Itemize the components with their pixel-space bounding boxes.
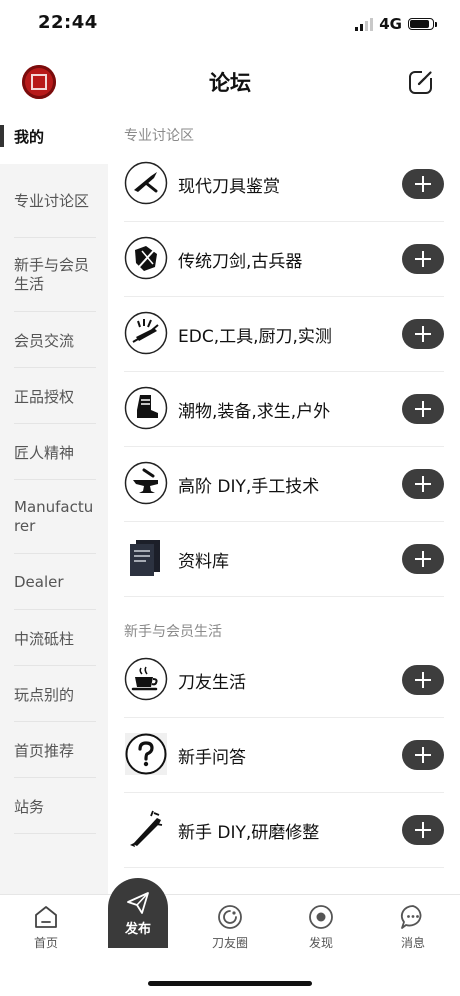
tab-messages[interactable]: 消息 (378, 903, 448, 951)
status-bar: 22:44 4G (0, 0, 460, 50)
sidebar-item-professional[interactable]: 专业讨论区 (0, 164, 108, 238)
sidebar-item-pillar[interactable]: 中流砥柱 (0, 610, 108, 666)
sidebar-item-label: 会员交流 (14, 331, 75, 350)
add-forum-button[interactable] (402, 544, 444, 574)
add-forum-button[interactable] (402, 169, 444, 199)
sidebar-item-member-exchange[interactable]: 会员交流 (0, 312, 108, 368)
forum-label: 新手问答 (178, 748, 246, 768)
grinding-tool-icon (130, 810, 163, 847)
sidebar-item-other[interactable]: 玩点别的 (0, 666, 108, 722)
forum-row[interactable]: 刀友生活 (124, 643, 444, 718)
home-icon (35, 906, 57, 928)
discover-icon (309, 905, 333, 929)
forum-label: EDC,工具,厨刀,实测 (178, 327, 332, 347)
forum-label: 新手 DIY,研磨修整 (178, 823, 320, 843)
tab-knife-circle[interactable]: 刀友圈 (195, 903, 265, 951)
add-forum-button[interactable] (402, 469, 444, 499)
boot-icon (124, 386, 168, 430)
paper-plane-icon (127, 892, 149, 914)
tab-discover[interactable]: 发现 (286, 903, 356, 951)
sidebar-item-label: Dealer (14, 573, 64, 591)
forum-label: 现代刀具鉴赏 (178, 177, 280, 197)
sidebar-item-label: 中流砥柱 (14, 629, 75, 648)
tab-label: 刀友圈 (211, 936, 248, 950)
traditional-sword-icon (124, 236, 168, 280)
sidebar-filler (0, 834, 108, 898)
anvil-icon (124, 461, 168, 505)
sidebar-item-label: Manufacturer (14, 498, 94, 535)
home-indicator (148, 981, 312, 986)
forum-label: 高阶 DIY,手工技术 (178, 477, 320, 497)
add-forum-button[interactable] (402, 740, 444, 770)
tab-label: 发布 (124, 922, 151, 937)
sidebar: 我的 专业讨论区 新手与会员生活 会员交流 正品授权 匠人精神 Manufact… (0, 108, 108, 898)
folding-knife-icon (124, 161, 168, 205)
forum-label: 潮物,装备,求生,户外 (178, 402, 331, 422)
network-label: 4G (379, 15, 402, 33)
tab-label: 首页 (33, 936, 58, 950)
forum-label: 传统刀剑,古兵器 (178, 252, 303, 272)
publish-button[interactable]: 发布 (108, 878, 168, 948)
section-title: 新手与会员生活 (124, 624, 222, 640)
sidebar-item-authorized[interactable]: 正品授权 (0, 368, 108, 424)
edit-square-icon[interactable] (406, 67, 436, 97)
chat-bubble-icon (400, 905, 422, 929)
forum-label: 刀友生活 (178, 673, 246, 693)
sidebar-item-label: 首页推荐 (14, 741, 75, 760)
forum-row[interactable]: 新手问答 (124, 718, 444, 793)
forum-row[interactable]: 现代刀具鉴赏 (124, 147, 444, 222)
question-icon (125, 733, 167, 775)
tab-label: 发现 (308, 936, 333, 950)
forum-list: 专业讨论区 现代刀具鉴赏 传统刀剑,古兵器 EDC,工具,厨刀,实测 潮物,装备… (124, 125, 444, 868)
sidebar-item-label: 匠人精神 (14, 443, 75, 462)
sidebar-item-dealer[interactable]: Dealer (0, 554, 108, 610)
archive-book-icon (130, 540, 160, 576)
multitool-icon (124, 311, 168, 355)
forum-row[interactable]: 潮物,装备,求生,户外 (124, 372, 444, 447)
forum-label: 资料库 (178, 552, 229, 572)
battery-icon (408, 18, 437, 30)
add-forum-button[interactable] (402, 394, 444, 424)
sidebar-item-newbie-life[interactable]: 新手与会员生活 (0, 238, 108, 312)
add-forum-button[interactable] (402, 244, 444, 274)
forum-row[interactable]: 传统刀剑,古兵器 (124, 222, 444, 297)
sidebar-item-site-affairs[interactable]: 站务 (0, 778, 108, 834)
circle-swirl-icon (218, 905, 242, 929)
signal-icon (355, 17, 374, 31)
forum-row[interactable]: 资料库 (124, 522, 444, 597)
sidebar-item-label: 新手与会员生活 (14, 256, 90, 293)
forum-row[interactable]: EDC,工具,厨刀,实测 (124, 297, 444, 372)
header: 论坛 (0, 55, 460, 111)
coffee-cup-icon (124, 657, 168, 701)
sidebar-item-craftsman[interactable]: 匠人精神 (0, 424, 108, 480)
add-forum-button[interactable] (402, 815, 444, 845)
add-forum-button[interactable] (402, 319, 444, 349)
tab-label: 消息 (400, 936, 425, 950)
status-time: 22:44 (38, 12, 98, 33)
sidebar-item-manufacturer[interactable]: Manufacturer (0, 480, 108, 554)
sidebar-item-label: 我的 (14, 127, 45, 146)
tab-home[interactable]: 首页 (11, 903, 81, 951)
section-title: 专业讨论区 (124, 128, 194, 144)
sidebar-item-label: 正品授权 (14, 387, 75, 406)
forum-row[interactable]: 高阶 DIY,手工技术 (124, 447, 444, 522)
forum-row[interactable]: 新手 DIY,研磨修整 (124, 793, 444, 868)
sidebar-item-label: 站务 (14, 797, 45, 816)
sidebar-item-label: 专业讨论区 (14, 191, 90, 210)
add-forum-button[interactable] (402, 665, 444, 695)
sidebar-item-label: 玩点别的 (14, 685, 75, 704)
sidebar-item-home-recommend[interactable]: 首页推荐 (0, 722, 108, 778)
page-title: 论坛 (209, 71, 251, 95)
sidebar-item-mine[interactable]: 我的 (0, 108, 108, 164)
